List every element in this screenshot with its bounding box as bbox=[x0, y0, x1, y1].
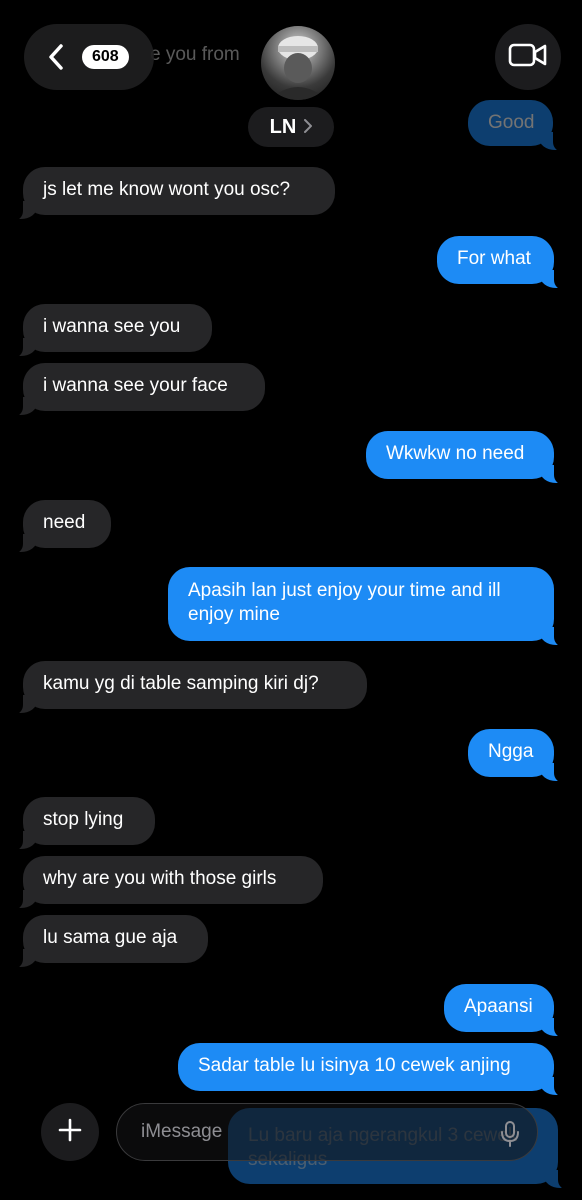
chevron-left-icon bbox=[36, 44, 76, 70]
message-bubble-incoming[interactable]: kamu yg di table samping kiri dj? bbox=[11, 661, 367, 715]
message-bubble-incoming[interactable]: i wanna see your face bbox=[11, 363, 265, 417]
message-bubble-incoming[interactable]: i wanna see you bbox=[11, 304, 212, 358]
message-bubble-outgoing[interactable]: Wkwkw no need bbox=[366, 431, 566, 485]
video-camera-icon bbox=[508, 42, 548, 73]
message-bubble-outgoing[interactable]: Ngga bbox=[468, 729, 566, 783]
back-button[interactable]: 608 bbox=[24, 24, 154, 90]
message-bubble-outgoing[interactable]: For what bbox=[437, 236, 566, 290]
message-bubble-outgoing[interactable]: Apaansi bbox=[444, 984, 566, 1038]
message-input[interactable]: iMessage bbox=[116, 1103, 538, 1161]
message-bubble-outgoing[interactable]: Good bbox=[468, 100, 565, 152]
microphone-icon[interactable] bbox=[501, 1121, 519, 1153]
plus-icon bbox=[58, 1118, 82, 1147]
message-bubble-outgoing[interactable]: Apasih lan just enjoy your time and ill … bbox=[168, 567, 566, 647]
ghost-preview-text: e you from bbox=[150, 44, 240, 65]
add-attachment-button[interactable] bbox=[41, 1103, 99, 1161]
contact-name: LN bbox=[269, 115, 297, 138]
message-bubble-incoming[interactable]: need bbox=[11, 500, 111, 554]
contact-name-button[interactable]: LN bbox=[248, 107, 334, 147]
message-input-placeholder: iMessage bbox=[141, 1121, 223, 1142]
message-bubble-incoming[interactable]: stop lying bbox=[11, 797, 155, 851]
message-bubble-outgoing[interactable]: Sadar table lu isinya 10 cewek anjing bbox=[178, 1043, 566, 1097]
unread-count-badge: 608 bbox=[82, 45, 129, 69]
message-bubble-incoming[interactable]: lu sama gue aja bbox=[11, 915, 208, 969]
message-bubble-incoming[interactable]: why are you with those girls bbox=[11, 856, 323, 910]
video-call-button[interactable] bbox=[495, 24, 561, 90]
message-bubble-incoming[interactable]: js let me know wont you osc? bbox=[11, 167, 335, 221]
chevron-right-icon bbox=[304, 117, 313, 138]
contact-avatar[interactable] bbox=[261, 26, 335, 100]
